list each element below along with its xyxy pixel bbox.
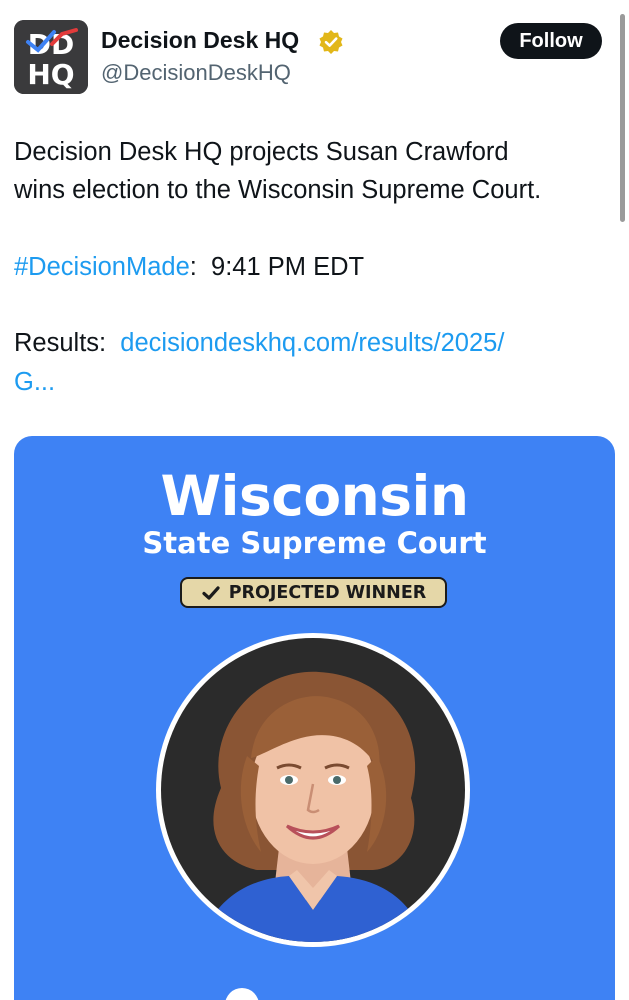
results-link[interactable]: G... [14, 368, 55, 396]
results-link[interactable]: decisiondeskhq.com/results/2025/ [120, 329, 504, 357]
author-avatar[interactable]: DD HQ [14, 20, 88, 94]
results-line: Results: decisiondeskhq.com/results/2025… [14, 325, 614, 362]
projected-winner-badge: PROJECTED WINNER [180, 577, 447, 608]
badge-label: PROJECTED WINNER [228, 582, 427, 603]
svg-text:HQ: HQ [27, 58, 74, 91]
tweet-text-line: wins election to the Wisconsin Supreme C… [14, 176, 542, 204]
tweet-hashtag-line: #DecisionMade: 9:41 PM EDT [14, 249, 614, 286]
tweet-text-line: Decision Desk HQ projects Susan Crawford [14, 138, 509, 166]
card-title: Wisconsin [160, 464, 469, 528]
verified-badge-icon [319, 30, 343, 54]
checkmark-icon [202, 585, 220, 600]
scrollbar[interactable] [620, 14, 625, 222]
follow-button[interactable]: Follow [500, 23, 602, 59]
results-link-continuation: G... [14, 364, 614, 401]
tweet-view: DD HQ Decision Desk HQ @DecisionDeskHQ F… [0, 0, 629, 1000]
hashtag-link[interactable]: #DecisionMade [14, 253, 190, 281]
hashtag-separator: : [189, 253, 212, 281]
candidate-portrait [156, 633, 470, 947]
author-display-name[interactable]: Decision Desk HQ [101, 27, 299, 54]
card-overlay-element [225, 988, 259, 1000]
card-subtitle: State Supreme Court [142, 526, 487, 560]
results-label: Results: [14, 329, 121, 357]
ddhq-logo-icon: DD HQ [14, 20, 88, 94]
author-handle[interactable]: @DecisionDeskHQ [101, 60, 291, 86]
portrait-image [161, 638, 465, 942]
media-card[interactable]: Wisconsin State Supreme Court PROJECTED … [14, 436, 615, 1000]
tweet-time: 9:41 PM EDT [211, 253, 365, 281]
